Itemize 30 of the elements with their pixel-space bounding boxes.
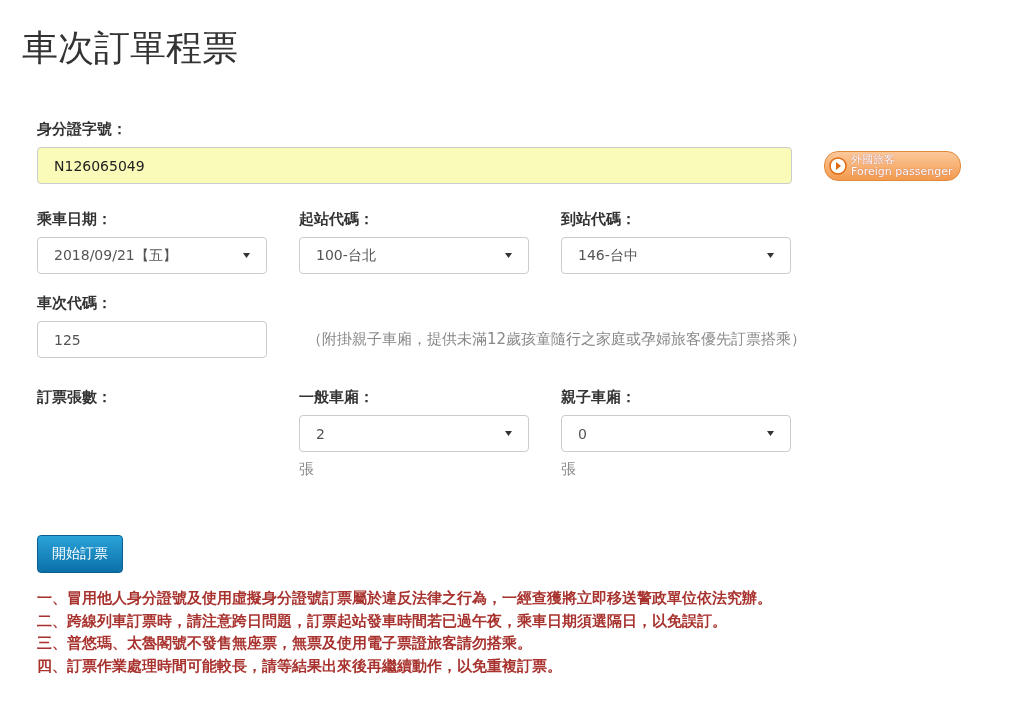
unit-label: 張	[561, 460, 577, 479]
field-label: 一般車廂：	[299, 388, 375, 407]
dropdown[interactable]: 0	[561, 415, 791, 452]
caret-icon	[767, 431, 774, 436]
caret-icon	[767, 253, 774, 258]
field-label: 起站代碼：	[299, 210, 375, 229]
field-label: 車次代碼：	[37, 294, 113, 313]
field-label: 到站代碼：	[561, 210, 637, 229]
dropdown[interactable]: 100-台北	[299, 237, 529, 274]
field-label: 親子車廂：	[561, 388, 637, 407]
play-icon	[829, 156, 847, 175]
train-number-field[interactable]: 125	[37, 321, 267, 358]
warning-note: 二、跨線列車訂票時，請注意跨日問題，訂票起站發車時間若已過午夜，乘車日期須選隔日，以免誤訂。	[37, 611, 728, 631]
dropdown[interactable]: 2018/09/21【五】	[37, 237, 267, 274]
dropdown[interactable]: 146-台中	[561, 237, 791, 274]
field-label: 身分證字號：	[37, 120, 128, 139]
start-booking-button[interactable]: 開始訂票	[37, 535, 123, 573]
page-title: 車次訂單程票	[22, 26, 239, 70]
warning-note: 一、冒用他人身分證號及使用虛擬身分證號訂票屬於違反法律之行為，一經查獲將立即移送警政單位依法究辦。	[37, 589, 773, 608]
warning-note: 三、普悠瑪、太魯閣號不發售無座票，無票及使用電子票證旅客請勿搭乘。	[37, 634, 533, 653]
train-note: （附掛親子車廂，提供未滿12歲孩童隨行之家庭或孕婦旅客優先訂票搭乘）	[307, 330, 807, 349]
dropdown[interactable]: 2	[299, 415, 529, 452]
unit-label: 張	[299, 460, 315, 479]
caret-icon	[505, 431, 512, 436]
field-label: 訂票張數：	[37, 388, 113, 407]
caret-icon	[243, 253, 250, 258]
id-number-field[interactable]: N126065049	[37, 147, 792, 184]
caret-icon	[505, 253, 512, 258]
warning-note: 四、訂票作業處理時間可能較長，請等結果出來後再繼續動作，以免重複訂票。	[37, 656, 563, 676]
field-label: 乘車日期：	[37, 210, 113, 229]
